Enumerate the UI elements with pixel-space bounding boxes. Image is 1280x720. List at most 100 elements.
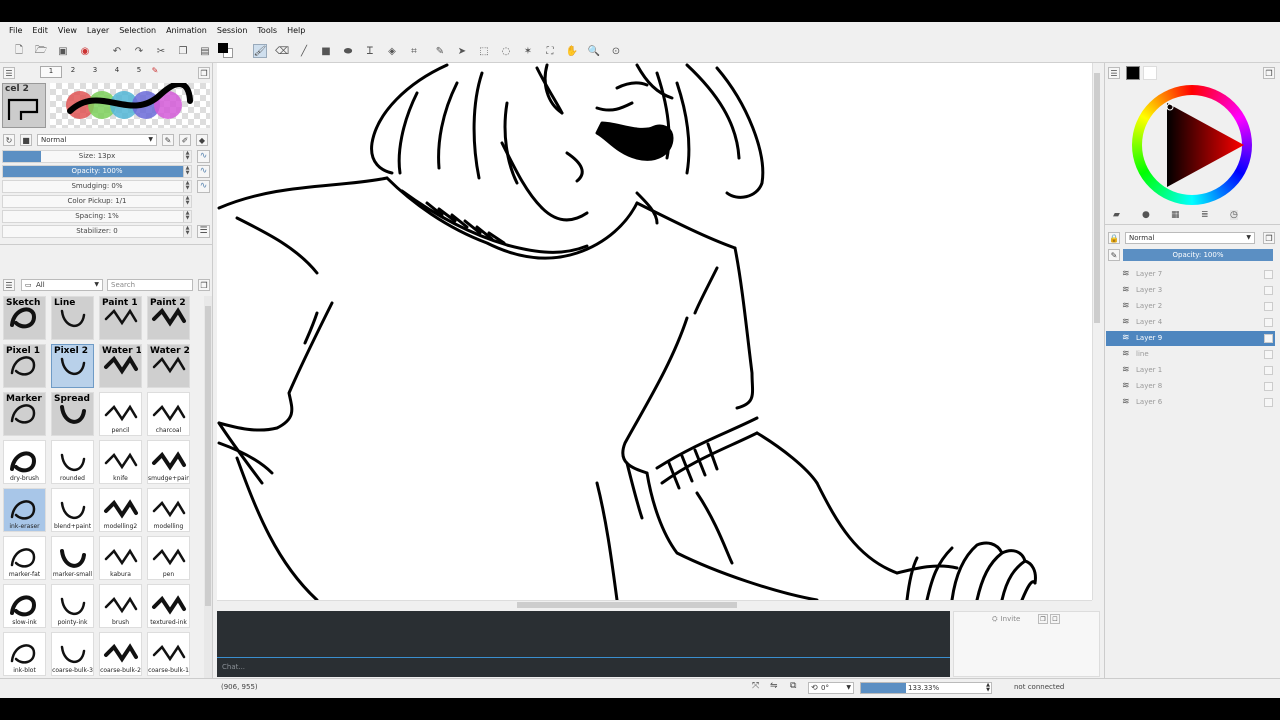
color-pickup-spinner[interactable]: ▲ ▼ (183, 196, 191, 207)
layer-visibility-checkbox[interactable] (1264, 302, 1273, 311)
layer-visibility-checkbox[interactable] (1264, 350, 1273, 359)
brush-preset[interactable]: marker-small (51, 536, 94, 580)
layer-row[interactable]: ≋ Layer 9 (1106, 331, 1275, 346)
brush-preset[interactable]: Sketch (3, 296, 46, 340)
brush-preset[interactable]: kabura (99, 536, 142, 580)
menu-tools[interactable]: Tools (252, 26, 282, 35)
color-panel-menu-icon[interactable]: ☰ (1108, 67, 1120, 79)
rect-select-icon[interactable]: ⬚ (477, 44, 491, 58)
panel-menu-icon[interactable]: ☰ (3, 67, 15, 79)
brush-preset[interactable]: smudge+paint (147, 440, 190, 484)
annotation-tool-icon[interactable]: ⌗ (407, 44, 421, 58)
user-panel-float-icon[interactable]: ❐ (1038, 614, 1048, 624)
layer-visibility-checkbox[interactable] (1264, 318, 1273, 327)
layer-row[interactable]: ≋ line (1106, 347, 1275, 362)
record-icon[interactable]: ◉ (78, 44, 92, 58)
tab-color-icon[interactable]: ▰ (1113, 210, 1120, 220)
brush-preset[interactable]: slow-ink (3, 584, 46, 628)
layer-visibility-checkbox[interactable] (1264, 398, 1273, 407)
menu-selection[interactable]: Selection (114, 26, 161, 35)
copy-icon[interactable]: ❐ (176, 44, 190, 58)
canvas-horizontal-scrollbar[interactable] (217, 600, 1092, 609)
brush-preset[interactable]: marker-fat (3, 536, 46, 580)
brush-preset[interactable]: Water 1 (99, 344, 142, 388)
color-panel-float-icon[interactable]: ❐ (1263, 67, 1275, 79)
brush-preset[interactable]: knife (99, 440, 142, 484)
color-swatches[interactable] (218, 43, 234, 59)
brush-shape-icon[interactable]: ■ (20, 134, 32, 146)
zoom-slider[interactable]: 133.33% ▲ ▼ (860, 682, 992, 694)
new-file-icon[interactable]: 🗋 (12, 44, 26, 58)
zoom-spinner[interactable]: ▲ ▼ (986, 683, 990, 693)
color-primary-swatch[interactable] (1126, 66, 1140, 80)
drawing-canvas[interactable] (217, 63, 1092, 600)
brush-search-input[interactable]: Search (107, 279, 193, 291)
inspector-icon[interactable]: ⊙ (609, 44, 623, 58)
menu-animation[interactable]: Animation (161, 26, 212, 35)
color-picker-icon[interactable]: ✎ (433, 44, 447, 58)
brush-preset[interactable]: dry-brush (3, 440, 46, 484)
transform-icon[interactable]: ⛶ (543, 44, 557, 58)
flip-view-icon[interactable]: ⇋ (770, 681, 778, 691)
brush-preset[interactable]: Pixel 1 (3, 344, 46, 388)
zoom-tool-icon[interactable]: 🔍 (587, 44, 601, 58)
menu-file[interactable]: File (4, 26, 27, 35)
layer-row[interactable]: ≋ Layer 6 (1106, 395, 1275, 410)
eraser-slot-icon[interactable]: ✎ (150, 66, 160, 78)
cut-icon[interactable]: ✂ (154, 44, 168, 58)
open-file-icon[interactable]: 🗁 (34, 44, 48, 58)
brush-slot-2[interactable]: 2 (62, 66, 84, 78)
brush-preset[interactable]: modelling2 (99, 488, 142, 532)
brush-preset[interactable]: blend+paint (51, 488, 94, 532)
brush-preset[interactable]: Paint 1 (99, 296, 142, 340)
mirror-view-icon[interactable]: ⧉ (790, 681, 796, 691)
brush-preset[interactable]: Pixel 2 (51, 344, 94, 388)
pan-tool-icon[interactable]: ✋ (565, 44, 579, 58)
layer-panel-float-icon[interactable]: ❐ (1263, 232, 1275, 244)
brush-preset[interactable]: coarse-bulk-2 (99, 632, 142, 676)
size-spinner[interactable]: ▲ ▼ (183, 151, 191, 162)
opacity-spinner[interactable]: ▲ ▼ (183, 166, 191, 177)
fit-view-icon[interactable]: ⤧ (752, 681, 759, 691)
tab-grid-icon[interactable]: ▦ (1171, 210, 1180, 220)
brush-preset[interactable]: pen (147, 536, 190, 580)
brush-preset[interactable]: Water 2 (147, 344, 190, 388)
brush-preset[interactable]: charcoal (147, 392, 190, 436)
brush-preset[interactable]: Paint 2 (147, 296, 190, 340)
brush-slot-4[interactable]: 4 (106, 66, 128, 78)
brush-category-select[interactable]: ▭ All ▼ (21, 279, 103, 291)
brush-slot-5[interactable]: 5 (128, 66, 150, 78)
brush-list-menu-icon[interactable]: ☰ (3, 279, 15, 291)
lasso-select-icon[interactable]: ◌ (499, 44, 513, 58)
brush-mode-icon[interactable]: ✐ (179, 134, 191, 146)
layer-visibility-checkbox[interactable] (1264, 366, 1273, 375)
layer-edit-icon[interactable]: ✎ (1108, 249, 1120, 261)
user-panel-menu-icon[interactable]: ☐ (1050, 614, 1060, 624)
ellipse-tool-icon[interactable]: ⬬ (341, 44, 355, 58)
smudging-spinner[interactable]: ▲ ▼ (183, 181, 191, 192)
chat-input[interactable]: Chat... (222, 663, 245, 671)
layer-opacity-slider[interactable]: Opacity: 100% (1123, 249, 1273, 261)
layer-row[interactable]: ≋ Layer 4 (1106, 315, 1275, 330)
opacity-pressure-icon[interactable]: ∿ (197, 165, 210, 178)
brush-slot-3[interactable]: 3 (84, 66, 106, 78)
layer-visibility-checkbox[interactable] (1264, 270, 1273, 279)
rectangle-tool-icon[interactable]: ■ (319, 44, 333, 58)
magic-wand-icon[interactable]: ✶ (521, 44, 535, 58)
save-icon[interactable]: ▣ (56, 44, 70, 58)
menu-session[interactable]: Session (212, 26, 253, 35)
undo-icon[interactable]: ↶ (110, 44, 124, 58)
menu-help[interactable]: Help (282, 26, 310, 35)
brush-slot-1[interactable]: 1 (40, 66, 62, 78)
brush-list-float-icon[interactable]: ❐ (198, 279, 210, 291)
brush-blend-select[interactable]: Normal ▼ (37, 134, 157, 146)
layer-row[interactable]: ≋ Layer 1 (1106, 363, 1275, 378)
panel-float-icon[interactable]: ❐ (198, 67, 210, 79)
tab-palette-icon[interactable]: ● (1142, 210, 1150, 220)
rotation-input[interactable]: ⟲ 0° ▼ (808, 682, 854, 694)
layer-lock-icon[interactable]: 🔒 (1108, 232, 1120, 244)
current-brush-preview[interactable]: cel 2 (2, 83, 46, 128)
canvas-vertical-thumb[interactable] (1094, 73, 1100, 323)
brush-grid-scrollbar[interactable] (204, 296, 212, 696)
layer-row[interactable]: ≋ Layer 7 (1106, 267, 1275, 282)
